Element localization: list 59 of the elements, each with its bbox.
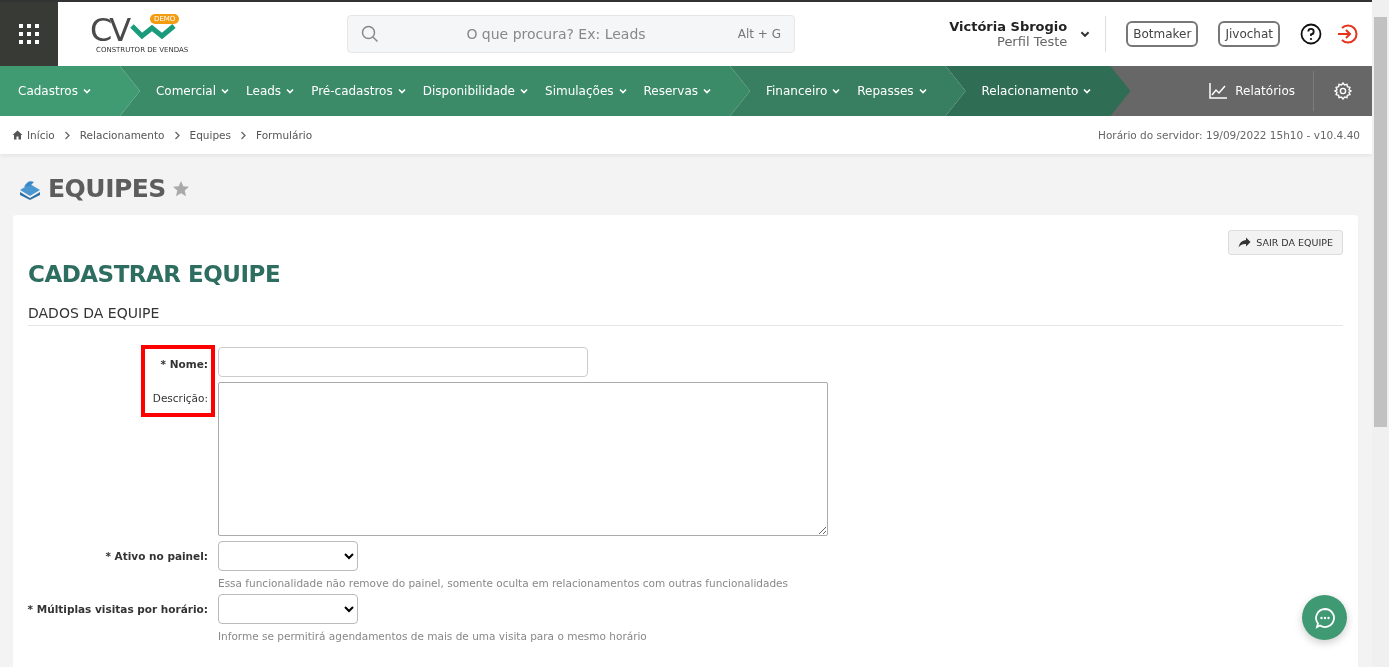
nav-item[interactable]: Pré-cadastros — [311, 84, 415, 98]
search-icon — [361, 25, 379, 43]
grid-icon — [18, 23, 40, 45]
reports-button[interactable]: Relatórios — [1191, 83, 1313, 99]
breadcrumb-link[interactable]: Relacionamento — [79, 129, 165, 141]
logout-icon — [1336, 23, 1358, 45]
chevron-down-icon — [1082, 86, 1093, 96]
field-label: * Ativo no painel: — [105, 549, 209, 564]
field-label: Descrição: — [152, 391, 208, 406]
nav-item[interactable]: Disponibilidade — [422, 84, 537, 98]
nav-item[interactable]: Financeiro — [766, 84, 850, 98]
user-menu[interactable]: Victória Sbrogio Perfil Teste — [949, 19, 1106, 49]
header-button[interactable]: Jivochat — [1218, 21, 1280, 47]
chevron-down-icon — [831, 86, 842, 96]
nav-item[interactable]: Leads — [246, 84, 304, 98]
nav-item[interactable]: Simulações — [545, 84, 636, 98]
exit-team-button[interactable]: SAIR DA EQUIPE — [1228, 230, 1343, 255]
header-button[interactable]: Botmaker — [1126, 21, 1199, 47]
section-heading: DADOS DA EQUIPE — [28, 305, 1343, 326]
nav-item[interactable]: Cadastros — [18, 84, 100, 98]
apps-menu-button[interactable] — [0, 2, 58, 66]
chevron-down-icon — [617, 86, 628, 96]
field-label: * Múltiplas visitas por horário: — [27, 602, 209, 617]
form-title: CADASTRAR EQUIPE — [28, 261, 282, 287]
help-icon — [1300, 23, 1322, 45]
select-field[interactable] — [218, 541, 358, 571]
nav-item[interactable]: Repasses — [857, 84, 936, 98]
star-icon[interactable] — [171, 179, 190, 198]
field-label: * Nome: — [160, 357, 208, 372]
shortcut-hint: Alt + G — [737, 27, 781, 41]
nav-item[interactable]: Reservas — [643, 84, 720, 98]
chevron-right-icon — [63, 130, 71, 140]
breadcrumb-link[interactable]: Início — [27, 129, 55, 141]
chevron-down-icon — [285, 86, 296, 96]
name-input[interactable] — [218, 347, 588, 377]
chevron-down-icon — [917, 86, 928, 96]
help-text: Essa funcionalidade não remove do painel, somente oculta em relacionamentos com outras funcionalidades — [218, 577, 789, 589]
chevron-down-icon — [220, 86, 231, 96]
page-title: EQUIPES — [48, 174, 166, 203]
chevron-right-icon — [173, 130, 181, 140]
server-time: Horário do servidor: 19/09/2022 15h10 - v10.4.40 — [1098, 129, 1360, 141]
chevron-down-icon — [519, 86, 529, 96]
select-field[interactable] — [218, 594, 358, 624]
chevron-right-icon — [240, 130, 247, 140]
help-text: Informe se permitirá agendamentos de mais de uma visita para o mesmo horário — [218, 630, 647, 642]
share-arrow-icon — [1238, 237, 1252, 248]
nav-item[interactable]: Relacionamento — [981, 84, 1101, 98]
settings-icon — [1334, 82, 1352, 100]
help-button[interactable] — [1300, 23, 1322, 45]
home-icon — [12, 130, 23, 140]
logout-button[interactable] — [1336, 23, 1358, 45]
breadcrumb-link[interactable]: Equipes — [189, 129, 231, 141]
line-chart-icon — [1209, 83, 1228, 99]
nav-item[interactable]: Comercial — [155, 84, 239, 98]
breadcrumb-link[interactable]: Formulário — [256, 129, 313, 141]
chevron-down-icon — [702, 86, 712, 96]
chevron-down-icon — [81, 86, 92, 96]
chat-bubble-icon — [1313, 606, 1336, 629]
chevron-down-icon — [396, 86, 407, 96]
